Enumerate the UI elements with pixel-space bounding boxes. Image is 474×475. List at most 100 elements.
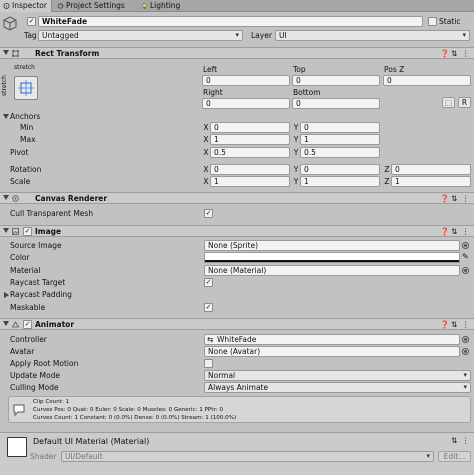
object-picker-icon[interactable] — [462, 348, 469, 355]
alpha-bar — [205, 260, 459, 262]
bottom-input[interactable]: 0 — [292, 98, 380, 109]
rotation-z-input[interactable]: 0 — [391, 164, 471, 175]
right-label: Right — [203, 88, 223, 97]
right-input[interactable]: 0 — [202, 98, 290, 109]
maskable-checkbox[interactable]: ✓ — [204, 303, 213, 312]
component-title: Image — [35, 227, 62, 236]
anchor-presets-button[interactable] — [14, 76, 38, 100]
pivot-x-input[interactable]: 0.5 — [210, 147, 290, 158]
shader-label: Shader — [30, 452, 57, 461]
foldout-arrow-icon[interactable] — [3, 321, 9, 326]
rotation-x-input[interactable]: 0 — [210, 164, 290, 175]
anchor-max-x-input[interactable]: 1 — [210, 134, 290, 145]
presets-icon[interactable]: ⇅ — [451, 319, 457, 330]
active-checkbox[interactable]: ✓ — [27, 17, 36, 26]
presets-icon[interactable]: ⇅ — [451, 435, 457, 446]
more-options-icon[interactable]: ⋮ — [462, 193, 470, 204]
layer-dropdown[interactable]: UI — [275, 30, 470, 41]
object-picker-icon[interactable] — [462, 242, 469, 249]
edit-shader-button[interactable]: Edit... — [438, 451, 471, 462]
anchors-foldout-icon[interactable] — [3, 114, 9, 119]
top-input[interactable]: 0 — [292, 75, 380, 86]
help-icon[interactable]: ❓ — [440, 48, 449, 59]
component-title: Rect Transform — [35, 49, 100, 58]
anchor-min-x-input[interactable]: 0 — [210, 122, 290, 133]
anchor-min-y-input[interactable]: 0 — [300, 122, 380, 133]
controller-field[interactable]: ⇆ WhiteFade — [204, 334, 460, 345]
avatar-field[interactable]: None (Avatar) — [204, 346, 460, 357]
rotation-label: Rotation — [10, 165, 42, 174]
curves-count-text: Curves Count: 1 Constant: 0 (0.0%) Dense… — [33, 415, 237, 421]
culling-mode-label: Culling Mode — [10, 383, 59, 392]
foldout-arrow-icon[interactable] — [3, 228, 9, 233]
maskable-label: Maskable — [10, 303, 46, 312]
rect-transform-header[interactable]: Rect Transform ❓ ⇅ ⋮ — [0, 47, 474, 59]
pivot-y-input[interactable]: 0.5 — [300, 147, 380, 158]
object-name-input[interactable]: WhiteFade — [38, 16, 423, 27]
apply-root-motion-checkbox[interactable] — [204, 359, 213, 368]
eyedropper-icon[interactable]: ✎ — [462, 251, 469, 262]
update-mode-dropdown[interactable]: Normal — [204, 370, 471, 381]
avatar-label: Avatar — [10, 347, 35, 356]
posz-input[interactable]: 0 — [383, 75, 471, 86]
foldout-arrow-icon[interactable] — [3, 50, 9, 55]
blueprint-mode-button[interactable]: ⬚ — [442, 97, 455, 108]
axis-y-label: Y — [293, 177, 299, 186]
foldout-arrow-icon[interactable] — [3, 195, 9, 200]
help-icon[interactable]: ❓ — [440, 193, 449, 204]
anchors-label: Anchors — [10, 112, 41, 121]
raycast-target-label: Raycast Target — [10, 278, 66, 287]
scale-z-input[interactable]: 1 — [391, 176, 471, 187]
posz-label: Pos Z — [384, 65, 405, 74]
object-picker-icon[interactable] — [462, 267, 469, 274]
image-header[interactable]: ✓ Image ❓ ⇅ ⋮ — [0, 225, 474, 237]
axis-z-label: Z — [384, 177, 390, 186]
help-icon[interactable]: ❓ — [440, 319, 449, 330]
static-label: Static — [439, 17, 461, 26]
more-options-icon[interactable]: ⋮ — [462, 319, 470, 330]
source-image-field[interactable]: None (Sprite) — [204, 240, 460, 251]
material-title: Default UI Material (Material) — [33, 437, 150, 446]
presets-icon[interactable]: ⇅ — [451, 226, 457, 237]
left-input[interactable]: 0 — [202, 75, 290, 86]
axis-y-label: Y — [293, 148, 299, 157]
tab-inspector[interactable]: Inspector — [0, 0, 52, 12]
axis-x-label: X — [203, 177, 209, 186]
lightbulb-icon — [142, 3, 147, 9]
pivot-label: Pivot — [10, 148, 29, 157]
enabled-checkbox[interactable]: ✓ — [23, 227, 32, 236]
tab-project-settings[interactable]: Project Settings — [54, 0, 134, 12]
bottom-label: Bottom — [293, 88, 321, 97]
material-field[interactable]: None (Material) — [204, 265, 460, 276]
scale-y-input[interactable]: 1 — [300, 176, 380, 187]
anchor-preset-top-label: stretch — [14, 64, 35, 71]
canvas-renderer-header[interactable]: Canvas Renderer ❓ ⇅ ⋮ — [0, 192, 474, 204]
gameobject-cube-icon — [3, 16, 17, 31]
presets-icon[interactable]: ⇅ — [451, 193, 457, 204]
animator-icon — [12, 321, 19, 328]
cull-transparent-mesh-checkbox[interactable]: ✓ — [204, 209, 213, 218]
anchor-max-y-input[interactable]: 1 — [300, 134, 380, 145]
more-options-icon[interactable]: ⋮ — [462, 435, 470, 446]
static-checkbox[interactable] — [428, 17, 437, 26]
tag-dropdown[interactable]: Untagged — [38, 30, 243, 41]
object-picker-icon[interactable] — [462, 336, 469, 343]
color-swatch[interactable] — [204, 252, 460, 263]
help-icon[interactable]: ❓ — [440, 226, 449, 237]
rotation-y-input[interactable]: 0 — [300, 164, 380, 175]
animator-info-box: Clip Count: 1 Curves Pos: 0 Quat: 0 Eule… — [8, 396, 471, 423]
raw-edit-button[interactable]: R — [458, 97, 471, 108]
presets-icon[interactable]: ⇅ — [451, 48, 457, 59]
axis-x-label: X — [203, 165, 209, 174]
scale-x-input[interactable]: 1 — [210, 176, 290, 187]
animator-header[interactable]: ✓ Animator ❓ ⇅ ⋮ — [0, 318, 474, 330]
more-options-icon[interactable]: ⋮ — [462, 48, 470, 59]
raycast-padding-foldout-icon[interactable] — [4, 292, 9, 298]
more-options-icon[interactable]: ⋮ — [462, 226, 470, 237]
shader-dropdown[interactable]: UI/Default — [61, 451, 434, 462]
enabled-checkbox[interactable]: ✓ — [23, 320, 32, 329]
raycast-target-checkbox[interactable]: ✓ — [204, 278, 213, 287]
culling-mode-dropdown[interactable]: Always Animate — [204, 382, 471, 393]
tab-lighting[interactable]: Lighting — [138, 0, 188, 12]
axis-z-label: Z — [384, 165, 390, 174]
